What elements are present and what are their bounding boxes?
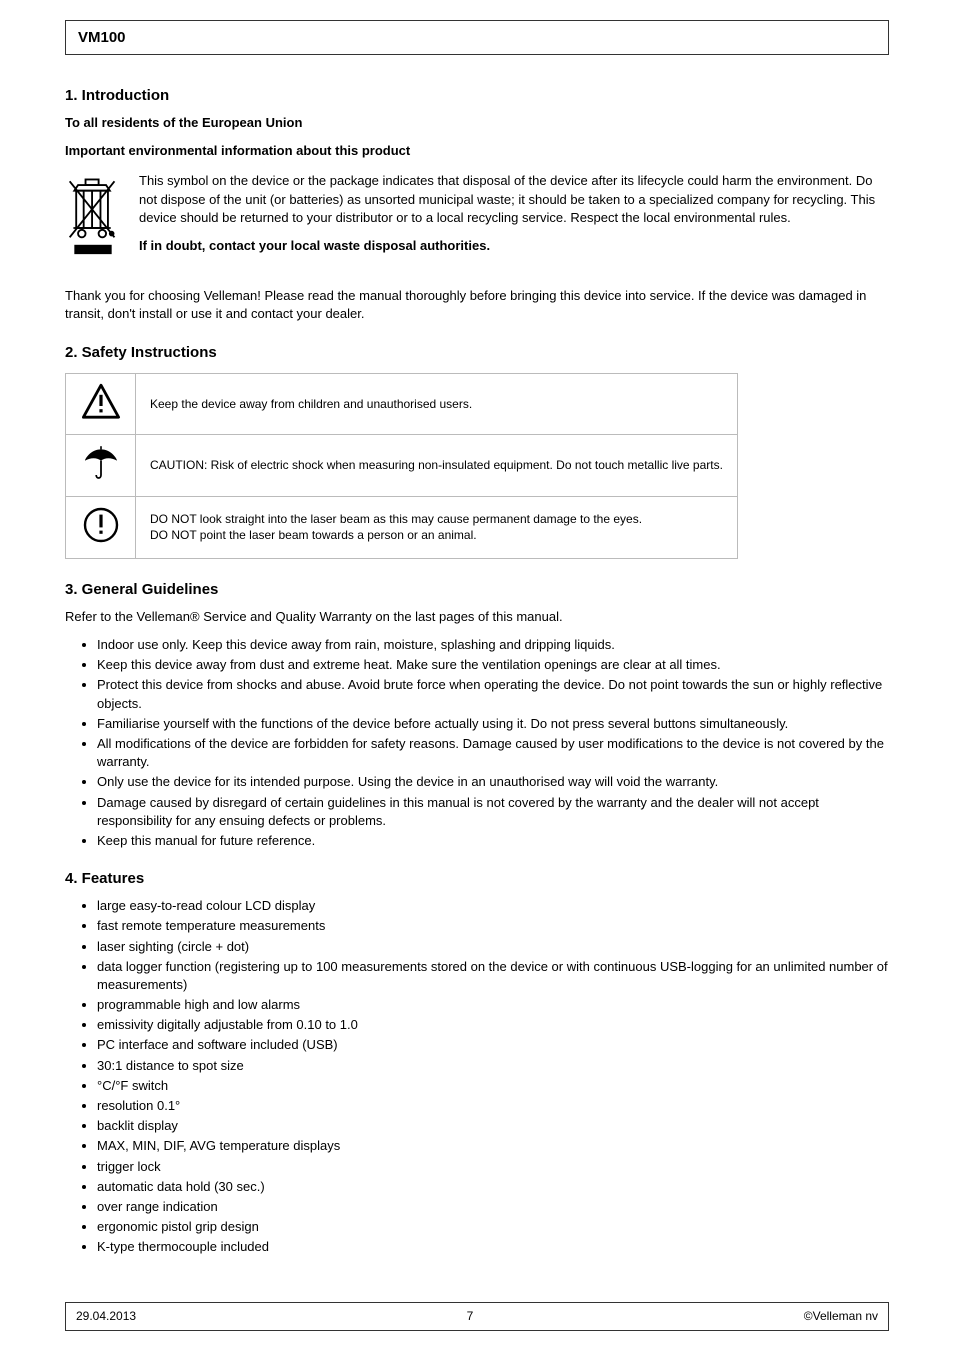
header-box: VM100 (65, 20, 889, 55)
weee-doubt: If in doubt, contact your local waste di… (139, 238, 490, 253)
list-item: laser sighting (circle + dot) (97, 938, 889, 956)
footer-box: 29.04.2013 7 ©Velleman nv (65, 1302, 889, 1331)
list-item: Keep this manual for future reference. (97, 832, 889, 850)
list-item: All modifications of the device are forb… (97, 735, 889, 771)
list-item: Indoor use only. Keep this device away f… (97, 636, 889, 654)
list-item: over range indication (97, 1198, 889, 1216)
list-item: ergonomic pistol grip design (97, 1218, 889, 1236)
list-item: trigger lock (97, 1158, 889, 1176)
list-item: Keep this device away from dust and extr… (97, 656, 889, 674)
list-item: large easy-to-read colour LCD display (97, 897, 889, 915)
section-title-general: 3. General Guidelines (65, 579, 889, 600)
safety-row-1-text: Keep the device away from children and u… (136, 373, 738, 435)
list-item: backlit display (97, 1117, 889, 1135)
features-list: large easy-to-read colour LCD display fa… (65, 897, 889, 1256)
list-item: emissivity digitally adjustable from 0.1… (97, 1016, 889, 1034)
list-item: programmable high and low alarms (97, 996, 889, 1014)
list-item: data logger function (registering up to … (97, 958, 889, 994)
list-item: MAX, MIN, DIF, AVG temperature displays (97, 1137, 889, 1155)
caution-triangle-icon (81, 411, 121, 425)
list-item: automatic data hold (30 sec.) (97, 1178, 889, 1196)
safety-symbol-table: Keep the device away from children and u… (65, 373, 738, 559)
safety-row-3a-text: DO NOT look straight into the laser beam… (150, 511, 723, 528)
intro-info-line: Important environmental information abou… (65, 143, 410, 158)
umbrella-icon (81, 472, 121, 486)
footer-copyright: ©Velleman nv (804, 1308, 878, 1325)
general-list: Indoor use only. Keep this device away f… (65, 636, 889, 850)
list-item: fast remote temperature measurements (97, 917, 889, 935)
list-item: K-type thermocouple included (97, 1238, 889, 1256)
section-title-safety: 2. Safety Instructions (65, 342, 889, 363)
list-item: PC interface and software included (USB) (97, 1036, 889, 1054)
list-item: Familiarise yourself with the functions … (97, 715, 889, 733)
list-item: Damage caused by disregard of certain gu… (97, 794, 889, 830)
footer-page: 7 (467, 1308, 474, 1325)
table-row: Keep the device away from children and u… (66, 373, 738, 435)
list-item: 30:1 distance to spot size (97, 1057, 889, 1075)
list-item: Only use the device for its intended pur… (97, 773, 889, 791)
notice-circle-icon (81, 534, 121, 548)
section-title-features: 4. Features (65, 868, 889, 889)
safety-row-3b-text: DO NOT point the laser beam towards a pe… (150, 527, 723, 544)
safety-row-2-text: CAUTION: Risk of electric shock when mea… (136, 435, 738, 497)
table-row: CAUTION: Risk of electric shock when mea… (66, 435, 738, 497)
weee-bin-icon (65, 172, 125, 265)
list-item: resolution 0.1° (97, 1097, 889, 1115)
list-item: Protect this device from shocks and abus… (97, 676, 889, 712)
footer-date: 29.04.2013 (76, 1308, 136, 1325)
general-ref: Refer to the Velleman® Service and Quali… (65, 608, 889, 626)
thanks-text: Thank you for choosing Velleman! Please … (65, 287, 889, 323)
product-code: VM100 (78, 29, 126, 46)
weee-text: This symbol on the device or the package… (139, 172, 889, 227)
intro-to-line: To all residents of the European Union (65, 115, 302, 130)
table-row: DO NOT look straight into the laser beam… (66, 497, 738, 559)
list-item: °C/°F switch (97, 1077, 889, 1095)
weee-block: This symbol on the device or the package… (65, 172, 889, 265)
section-title-introduction: 1. Introduction (65, 85, 889, 106)
